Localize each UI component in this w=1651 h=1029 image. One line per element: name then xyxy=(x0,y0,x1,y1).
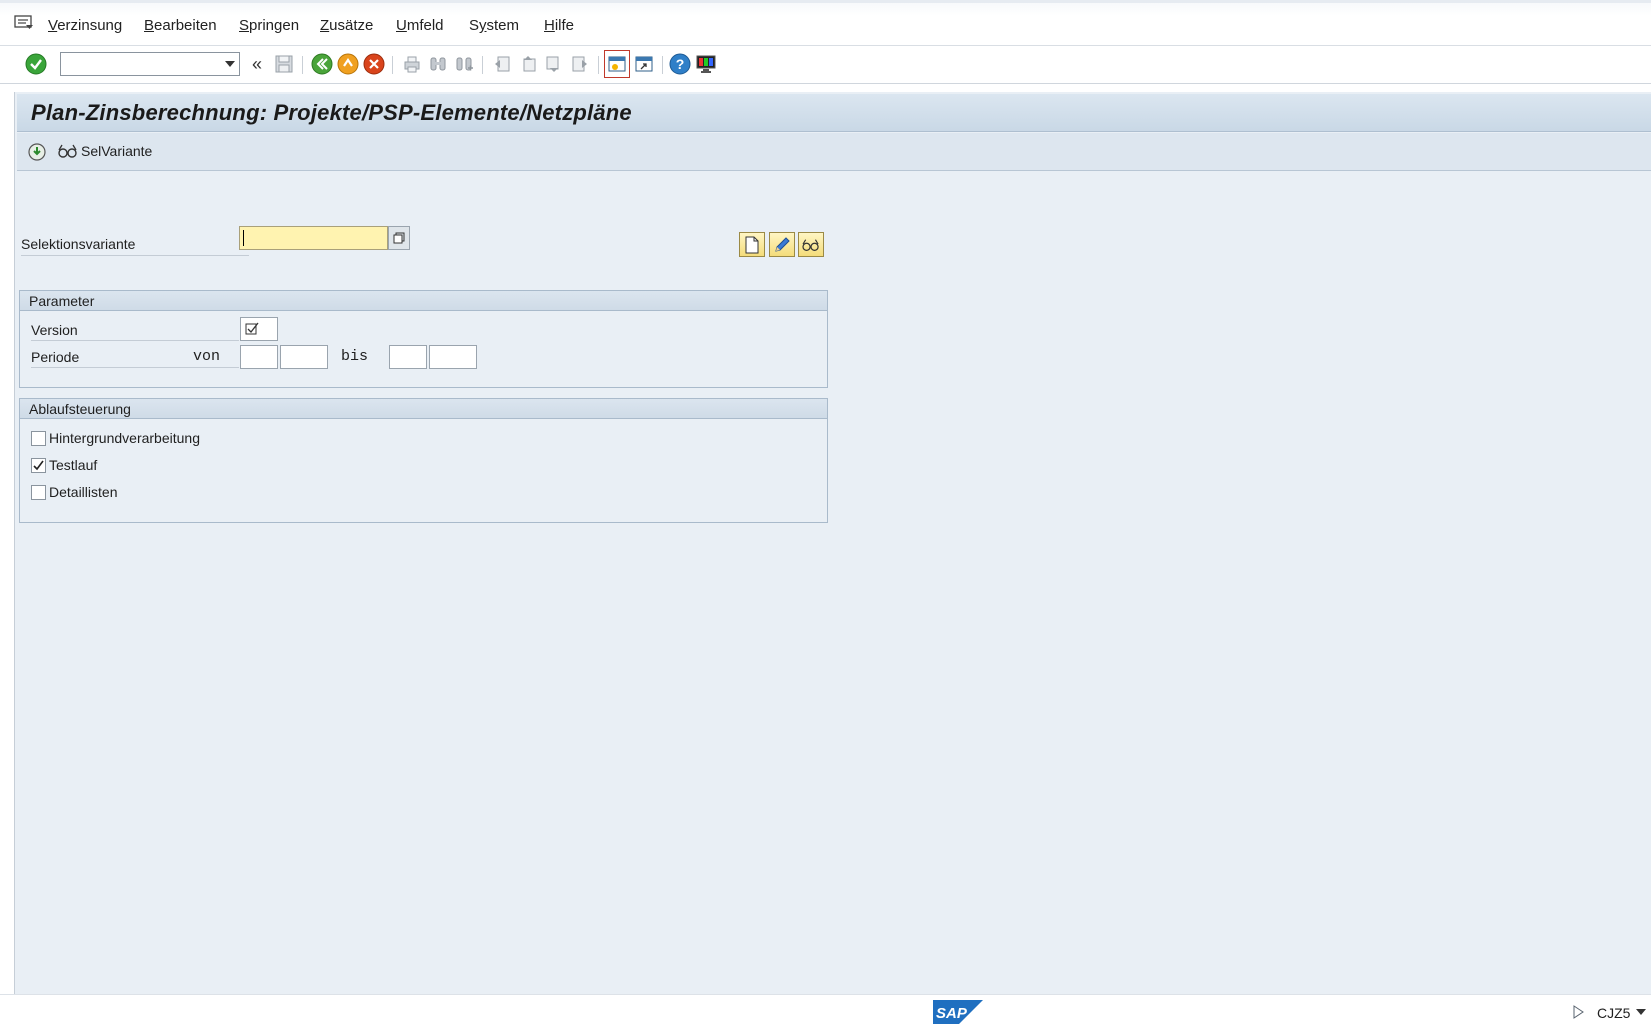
collapse-command-icon[interactable]: « xyxy=(245,52,269,76)
edit-variant-button[interactable] xyxy=(769,232,795,257)
text-cursor xyxy=(243,230,244,246)
title-bar: Plan-Zinsberechnung: Projekte/PSP-Elemen… xyxy=(17,94,1651,132)
command-input[interactable] xyxy=(61,53,211,75)
sap-logo: SAP xyxy=(933,1000,983,1024)
parameter-group: Parameter xyxy=(19,290,828,388)
ablaufsteuerung-group: Ablaufsteuerung xyxy=(19,398,828,523)
toolbar-separator xyxy=(598,56,599,74)
hintergrund-label: Hintergrundverarbeitung xyxy=(49,430,200,446)
menu-verzinsung[interactable]: Verzinsung xyxy=(48,17,122,34)
menu-umfeld[interactable]: Umfeld xyxy=(396,17,444,34)
version-input[interactable] xyxy=(240,317,278,341)
new-session-icon[interactable] xyxy=(604,50,630,78)
standard-toolbar: « ? xyxy=(0,46,1651,84)
menu-icon[interactable] xyxy=(14,15,34,31)
checkmark-icon xyxy=(33,460,44,471)
required-checkmark-icon xyxy=(245,322,259,335)
selektionsvariante-input[interactable] xyxy=(239,226,388,250)
value-help-icon[interactable] xyxy=(388,226,410,250)
geschaeftsjahr-von-input[interactable] xyxy=(280,345,328,369)
back-icon[interactable] xyxy=(310,52,334,76)
menu-bar: Verzinsung Bearbeiten Springen Zusätze U… xyxy=(0,0,1651,46)
command-field[interactable] xyxy=(60,52,240,76)
von-label: von xyxy=(193,348,221,365)
bis-label: bis xyxy=(341,348,369,365)
application-toolbar: SelVariante xyxy=(17,133,1651,171)
help-icon[interactable]: ? xyxy=(668,52,692,76)
save-icon[interactable] xyxy=(272,52,296,76)
customize-layout-icon[interactable] xyxy=(694,52,718,76)
menu-zusaetze[interactable]: Zusätze xyxy=(320,17,373,34)
periode-bis-input[interactable] xyxy=(389,345,427,369)
find-icon[interactable] xyxy=(426,52,450,76)
status-bar: SAP CJZ5 xyxy=(0,994,1651,1029)
menu-springen[interactable]: Springen xyxy=(239,17,299,34)
work-area: Plan-Zinsberechnung: Projekte/PSP-Elemen… xyxy=(14,92,1651,994)
glasses-icon xyxy=(58,144,77,158)
create-variant-button[interactable] xyxy=(739,232,765,257)
parameter-group-title: Parameter xyxy=(20,291,827,311)
find-next-icon[interactable] xyxy=(452,52,476,76)
shortcut-icon[interactable] xyxy=(632,52,656,76)
chevron-down-icon[interactable] xyxy=(225,61,235,67)
cancel-icon[interactable] xyxy=(362,52,386,76)
first-page-icon[interactable] xyxy=(490,52,514,76)
svg-text:SAP: SAP xyxy=(936,1005,968,1022)
selvariante-button[interactable]: SelVariante xyxy=(57,142,152,160)
status-toggle-icon[interactable] xyxy=(1572,1005,1584,1019)
print-icon[interactable] xyxy=(400,52,424,76)
toolbar-separator xyxy=(392,56,393,74)
glasses-icon xyxy=(802,238,819,251)
menu-bearbeiten[interactable]: Bearbeiten xyxy=(144,17,217,34)
svg-text:?: ? xyxy=(676,56,685,72)
periode-label: Periode xyxy=(31,349,80,365)
pencil-icon xyxy=(775,236,790,252)
new-document-icon xyxy=(745,236,759,253)
version-label: Version xyxy=(31,322,78,338)
last-page-icon[interactable] xyxy=(568,52,592,76)
menu-hilfe[interactable]: Hilfe xyxy=(544,17,574,34)
execute-icon[interactable] xyxy=(27,142,47,165)
next-page-icon[interactable] xyxy=(542,52,566,76)
hintergrund-checkbox[interactable] xyxy=(31,431,46,446)
detaillisten-label: Detaillisten xyxy=(49,484,118,500)
enter-icon[interactable] xyxy=(24,52,48,76)
label-underline xyxy=(31,367,239,368)
detaillisten-checkbox[interactable] xyxy=(31,485,46,500)
page-title: Plan-Zinsberechnung: Projekte/PSP-Elemen… xyxy=(31,100,632,125)
periode-von-input[interactable] xyxy=(240,345,278,369)
testlauf-label: Testlauf xyxy=(49,457,98,473)
label-underline xyxy=(31,340,239,341)
toolbar-separator xyxy=(662,56,663,74)
toolbar-separator xyxy=(482,56,483,74)
geschaeftsjahr-bis-input[interactable] xyxy=(429,345,477,369)
transaction-code: CJZ5 xyxy=(1597,1005,1631,1021)
ablaufsteuerung-group-title: Ablaufsteuerung xyxy=(20,399,827,419)
chevron-down-icon[interactable] xyxy=(1636,1009,1646,1015)
exit-icon[interactable] xyxy=(336,52,360,76)
selektionsvariante-label: Selektionsvariante xyxy=(21,236,136,252)
menu-system[interactable]: System xyxy=(469,17,519,34)
label-underline xyxy=(21,255,249,256)
display-variant-button[interactable] xyxy=(798,232,824,257)
toolbar-separator xyxy=(302,56,303,74)
testlauf-checkbox[interactable] xyxy=(31,458,46,473)
previous-page-icon[interactable] xyxy=(516,52,540,76)
